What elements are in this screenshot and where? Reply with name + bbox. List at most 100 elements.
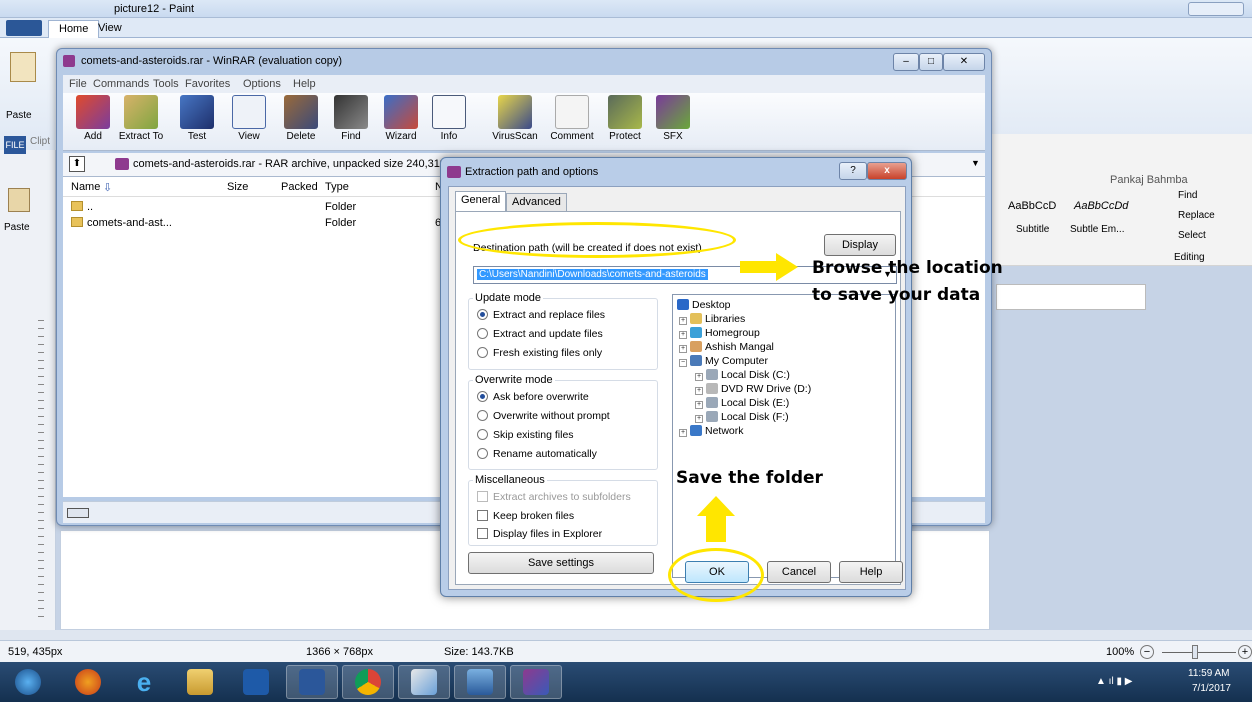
column-size[interactable]: Size xyxy=(227,181,248,193)
delete-button[interactable]: Delete xyxy=(275,95,327,142)
taskbar-winrar[interactable] xyxy=(510,665,562,699)
tree-item-desktop[interactable]: Desktop xyxy=(677,299,731,311)
comment-button[interactable]: Comment xyxy=(543,95,601,142)
internet-explorer-icon: e xyxy=(136,667,152,697)
taskbar-explorer[interactable] xyxy=(174,665,226,699)
extract-replace-radio[interactable]: Extract and replace files xyxy=(477,309,605,321)
display-button[interactable]: Display xyxy=(824,234,896,256)
zoom-slider-thumb[interactable] xyxy=(1192,645,1198,659)
tab-view[interactable]: View xyxy=(88,20,132,38)
tree-item-disk-f[interactable]: + Local Disk (F:) xyxy=(695,411,789,423)
find-button-rar[interactable]: Find xyxy=(325,95,377,142)
extract-update-radio[interactable]: Extract and update files xyxy=(477,328,603,340)
word-paste-icon[interactable] xyxy=(8,188,30,212)
dialog-help-button[interactable]: ? xyxy=(839,162,867,180)
file-tab[interactable]: FILE xyxy=(4,136,26,154)
wizard-button[interactable]: Wizard xyxy=(375,95,427,142)
protect-button[interactable]: Protect xyxy=(599,95,651,142)
maximize-button[interactable]: □ xyxy=(919,53,943,71)
style-subtle-em-name: Subtle Em... xyxy=(1070,224,1125,235)
archive-path[interactable]: comets-and-asteroids.rar - RAR archive, … xyxy=(133,158,454,170)
menu-file[interactable]: File xyxy=(69,78,87,90)
menu-help[interactable]: Help xyxy=(293,78,316,90)
column-name[interactable]: Name xyxy=(71,181,100,193)
cancel-button[interactable]: Cancel xyxy=(767,561,831,583)
taskbar-paint[interactable] xyxy=(398,665,450,699)
skip-existing-radio[interactable]: Skip existing files xyxy=(477,429,574,441)
taskbar-firefox[interactable] xyxy=(62,665,114,699)
annotation-browse-line2: to save your data xyxy=(812,285,981,305)
taskbar-media[interactable] xyxy=(230,665,282,699)
sfx-button[interactable]: SFX xyxy=(647,95,699,142)
clock-time[interactable]: 11:59 AM xyxy=(1188,668,1230,679)
add-button[interactable]: Add xyxy=(67,95,119,142)
select-button[interactable]: Select xyxy=(1178,230,1206,241)
extract-to-button[interactable]: Extract To xyxy=(115,95,167,142)
extract-icon xyxy=(124,95,158,129)
word-user-name[interactable]: Pankaj Bahmba xyxy=(1110,174,1188,186)
table-row[interactable]: .. Folder xyxy=(63,199,463,215)
dialog-close-button[interactable]: x xyxy=(867,162,907,180)
word-left-pane: FILE Paste xyxy=(0,136,56,630)
fresh-existing-radio[interactable]: Fresh existing files only xyxy=(477,347,602,359)
ask-before-overwrite-radio[interactable]: Ask before overwrite xyxy=(477,391,589,403)
table-row[interactable]: comets-and-ast... Folder 6 xyxy=(63,215,463,231)
column-packed[interactable]: Packed xyxy=(281,181,318,193)
view-button[interactable]: View xyxy=(223,95,275,142)
tab-advanced[interactable]: Advanced xyxy=(506,193,567,211)
keep-broken-files-checkbox[interactable]: Keep broken files xyxy=(477,510,574,522)
tree-item-homegroup[interactable]: + Homegroup xyxy=(679,327,760,339)
clock-date[interactable]: 7/1/2017 xyxy=(1192,683,1231,694)
comment-icon xyxy=(555,95,589,129)
tree-item-dvd-d[interactable]: + DVD RW Drive (D:) xyxy=(695,383,811,395)
taskbar-screenshot[interactable] xyxy=(454,665,506,699)
info-button[interactable]: Info xyxy=(423,95,475,142)
zoom-out-button[interactable]: − xyxy=(1140,645,1154,659)
minimize-button[interactable]: – xyxy=(893,53,919,71)
destination-path-input[interactable]: C:\Users\Nandini\Downloads\comets-and-as… xyxy=(477,269,708,280)
zoom-slider[interactable] xyxy=(1162,652,1236,653)
start-button[interactable] xyxy=(8,665,48,699)
tab-general[interactable]: General xyxy=(455,191,507,211)
tree-item-disk-c[interactable]: + Local Disk (C:) xyxy=(695,369,790,381)
style-subtle-em-preview[interactable]: AaBbCcDd xyxy=(1074,200,1128,212)
zoom-in-button[interactable]: + xyxy=(1238,645,1252,659)
paint-menu-button[interactable] xyxy=(6,20,42,36)
tree-item-user[interactable]: + Ashish Mangal xyxy=(679,341,774,353)
taskbar-word[interactable] xyxy=(286,665,338,699)
virusscan-button[interactable]: VirusScan xyxy=(485,95,545,142)
dialog-archive-icon xyxy=(447,166,461,178)
up-folder-button[interactable]: ⬆ xyxy=(69,156,85,172)
drive-icon[interactable] xyxy=(67,508,89,518)
menu-options[interactable]: Options xyxy=(243,78,281,90)
paste-label[interactable]: Paste xyxy=(6,110,32,121)
display-in-explorer-checkbox[interactable]: Display files in Explorer xyxy=(477,528,602,540)
tree-item-libraries[interactable]: + Libraries xyxy=(679,313,745,325)
find-button[interactable]: Find xyxy=(1178,190,1197,201)
test-button[interactable]: Test xyxy=(171,95,223,142)
word-paste-label: Paste xyxy=(4,222,30,233)
menu-favorites[interactable]: Favorites xyxy=(185,78,230,90)
style-subtitle-preview[interactable]: AaBbCcD xyxy=(1008,200,1056,212)
taskbar-ie[interactable]: e xyxy=(118,665,170,699)
clipboard-icon[interactable] xyxy=(10,52,36,82)
dialog-title: Extraction path and options xyxy=(465,166,599,178)
tray-icons[interactable]: ▲ ıl ▮ ▶ xyxy=(1096,676,1132,687)
menu-commands[interactable]: Commands xyxy=(93,78,149,90)
help-button[interactable]: Help xyxy=(839,561,903,583)
winrar-menu-bar: File Commands Tools Favorites Options He… xyxy=(63,75,985,93)
tree-item-my-computer[interactable]: − My Computer xyxy=(679,355,768,367)
column-type[interactable]: Type xyxy=(325,181,349,193)
tree-item-disk-e[interactable]: + Local Disk (E:) xyxy=(695,397,789,409)
window-controls[interactable] xyxy=(1188,2,1244,16)
rename-automatically-radio[interactable]: Rename automatically xyxy=(477,448,597,460)
replace-button[interactable]: Replace xyxy=(1178,210,1215,221)
save-settings-button[interactable]: Save settings xyxy=(468,552,654,574)
tree-item-network[interactable]: + Network xyxy=(679,425,744,437)
winrar-title: comets-and-asteroids.rar - WinRAR (evalu… xyxy=(81,55,343,67)
overwrite-without-prompt-radio[interactable]: Overwrite without prompt xyxy=(477,410,610,422)
address-dropdown-icon[interactable]: ▼ xyxy=(971,158,980,168)
menu-tools[interactable]: Tools xyxy=(153,78,179,90)
close-button[interactable]: ✕ xyxy=(943,53,985,71)
taskbar-chrome[interactable] xyxy=(342,665,394,699)
